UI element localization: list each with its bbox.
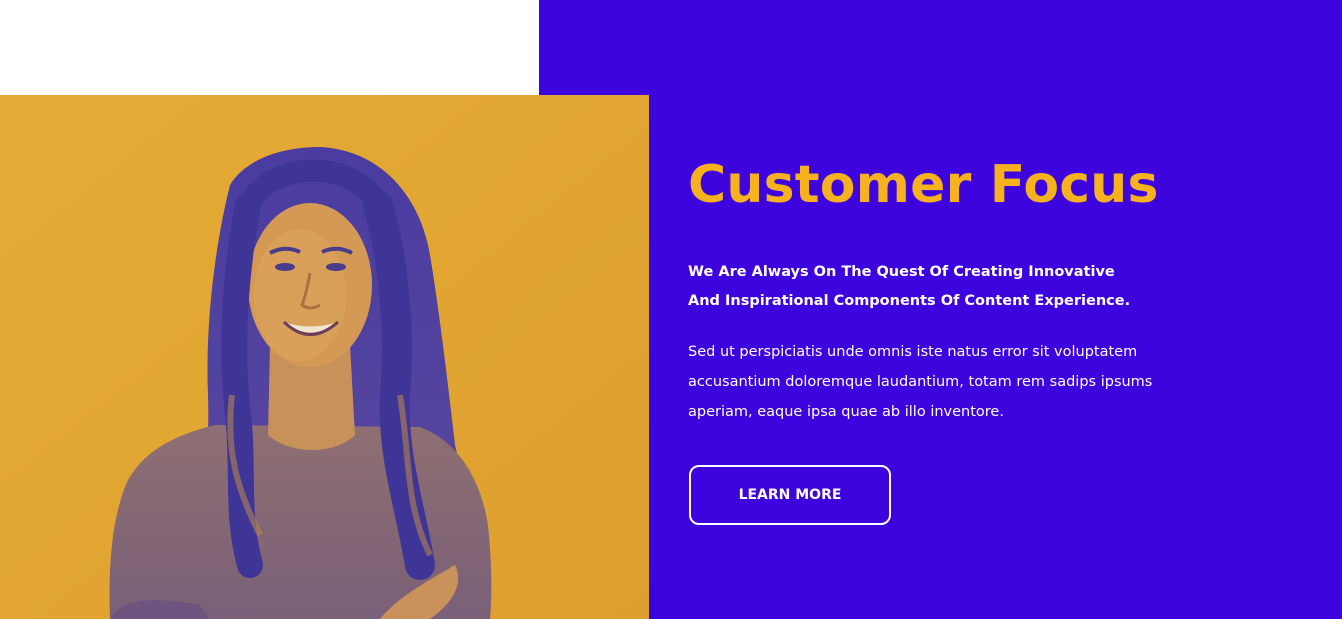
woman-portrait-icon <box>0 95 649 619</box>
learn-more-button[interactable]: LEARN MORE <box>689 465 891 525</box>
portrait-image <box>0 95 649 619</box>
section-title: Customer Focus <box>688 155 1159 215</box>
customer-focus-section: Customer Focus We Are Always On The Ques… <box>0 0 1342 619</box>
content-block: Customer Focus We Are Always On The Ques… <box>688 150 1168 427</box>
body-text: Sed ut perspiciatis unde omnis iste natu… <box>688 344 1153 420</box>
lead-text: We Are Always On The Quest Of Creating I… <box>688 264 1131 309</box>
